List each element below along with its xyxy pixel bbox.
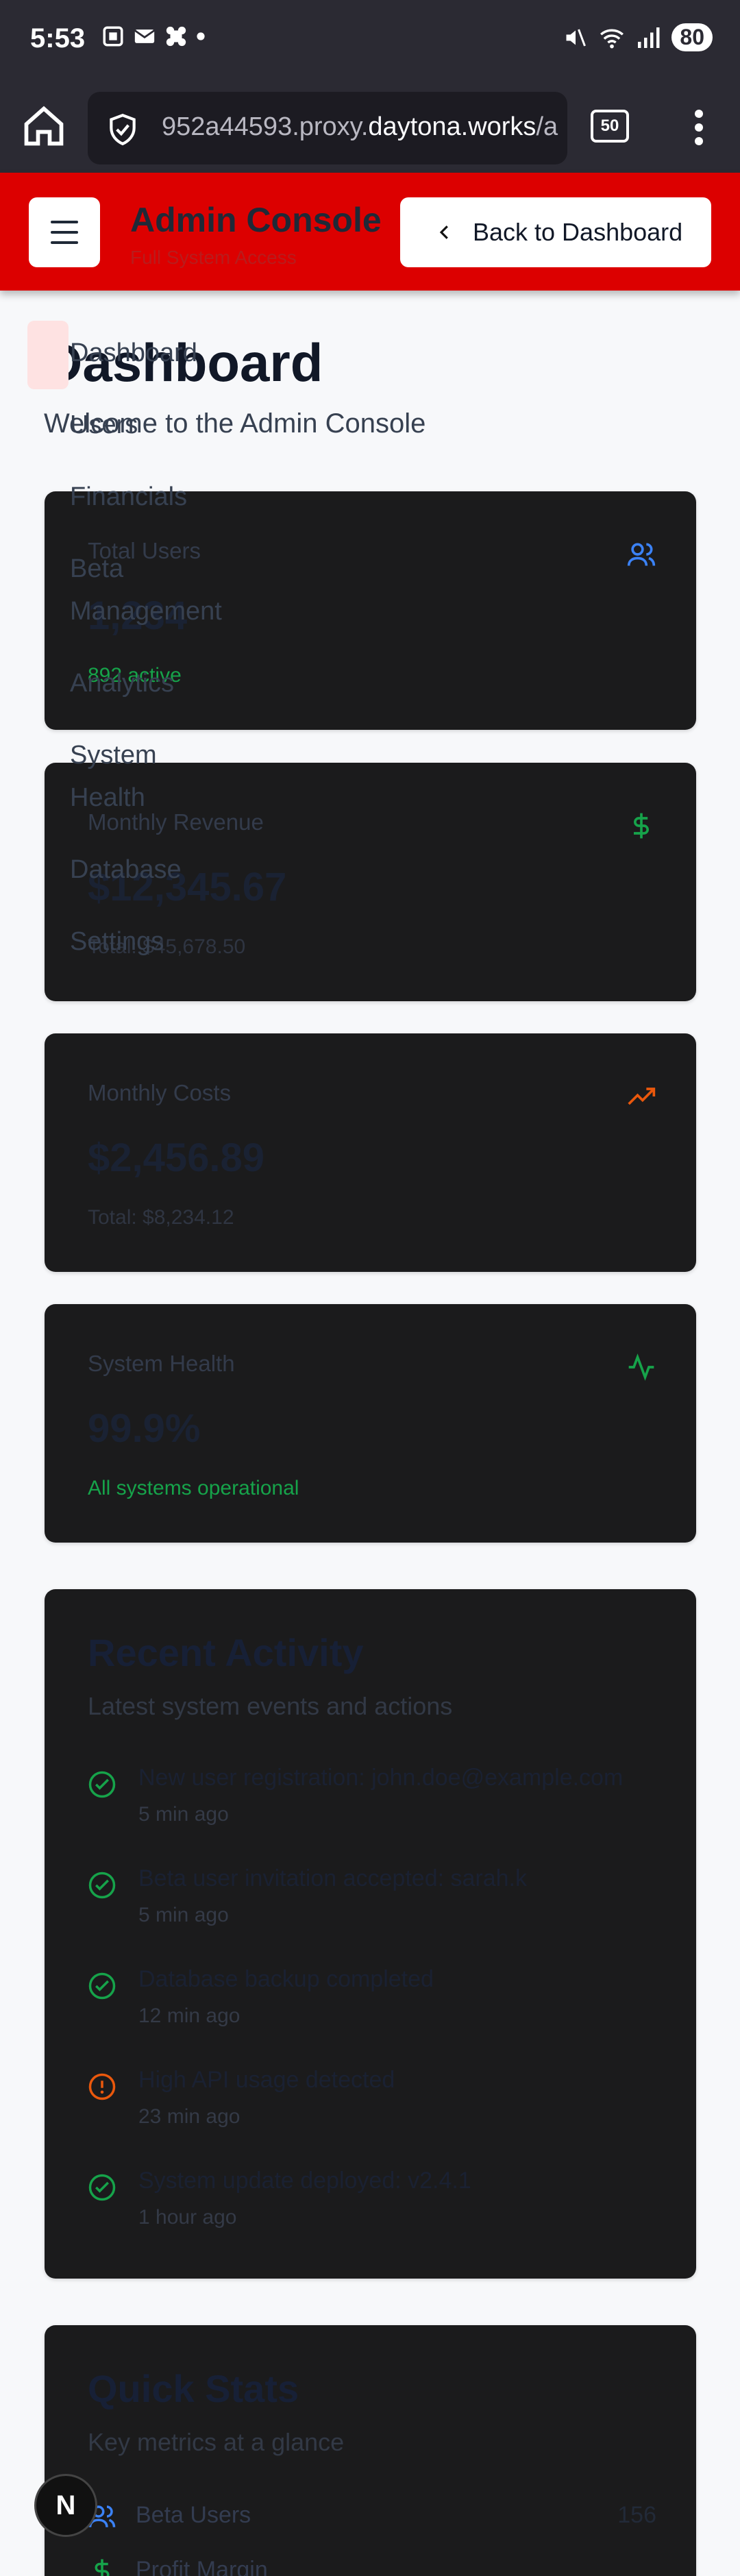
quick-stat-label: Profit Margin — [136, 2557, 268, 2576]
stat-value: 99.9% — [88, 1406, 201, 1451]
stat-label: System Health — [88, 1351, 235, 1376]
activity-time: 23 min ago — [138, 2105, 241, 2128]
activity-item: New user registration: john.doe@example.… — [88, 1765, 650, 1840]
quick-stat-row: Profit Margin — [88, 2551, 656, 2576]
app-grid-icon — [166, 26, 186, 47]
activity-time: 12 min ago — [138, 2004, 241, 2027]
quick-stat-value: 156 — [617, 2502, 656, 2528]
activity-item: Beta user invitation accepted: sarah.k 5… — [88, 1865, 650, 1941]
url-prefix: 952a44593.proxy. — [162, 112, 369, 141]
nav-item-health[interactable]: Health — [70, 776, 145, 819]
dollar-icon — [634, 813, 649, 839]
check-circle-icon — [88, 1771, 116, 1798]
section-subtitle: Key metrics at a glance — [88, 2428, 345, 2456]
nav-item-database[interactable]: Database — [70, 848, 182, 891]
nav-item-dashboard[interactable]: Dashboard — [70, 332, 197, 374]
recent-activity-card: Recent Activity Latest system events and… — [45, 1589, 696, 2279]
section-subtitle: Latest system events and actions — [88, 1692, 453, 1720]
activity-time: 5 min ago — [138, 1904, 229, 1926]
next-dev-badge[interactable]: N — [34, 2474, 97, 2537]
activity-time: 1 hour ago — [138, 2206, 237, 2229]
alert-circle-icon — [88, 2073, 116, 2100]
quick-stat-label: Beta Users — [136, 2502, 251, 2528]
activity-text: Database backup completed — [138, 1966, 434, 1992]
stat-card-monthly-costs: Monthly Costs $2,456.89 Total: $8,234.12 — [45, 1033, 696, 1272]
status-bar: 5:53 80 — [0, 0, 740, 82]
hamburger-menu-button[interactable] — [29, 197, 100, 267]
shield-icon[interactable] — [106, 112, 140, 147]
back-to-dashboard-button[interactable]: Back to Dashboard — [400, 197, 711, 267]
activity-icon — [628, 1353, 654, 1381]
tab-count-button[interactable]: 50 — [591, 110, 629, 143]
nav-item-settings[interactable]: Settings — [70, 920, 164, 963]
users-icon — [627, 543, 656, 566]
stat-card-system-health: System Health 99.9% All systems operatio… — [45, 1304, 696, 1543]
stat-note: All systems operational — [88, 1477, 299, 1499]
mute-icon — [566, 28, 587, 47]
section-title: Quick Stats — [88, 2367, 299, 2410]
check-circle-icon — [88, 1872, 116, 1899]
browser-toolbar: 952a44593.proxy.daytona.works/a 50 — [0, 82, 740, 173]
nav-item-users[interactable]: Users — [70, 404, 138, 446]
activity-text: High API usage detected — [138, 2067, 395, 2093]
activity-text: System update deployed: v2.4.1 — [138, 2168, 471, 2194]
activity-item: Database backup completed 12 min ago — [88, 1966, 650, 2041]
nav-item-management[interactable]: Management — [70, 590, 222, 633]
admin-title: Admin Console — [130, 201, 382, 239]
status-time: 5:53 — [30, 23, 86, 53]
nav-active-indicator — [27, 321, 69, 389]
activity-text: Beta user invitation accepted: sarah.k — [138, 1865, 527, 1891]
activity-item: High API usage detected 23 min ago — [88, 2067, 650, 2142]
activity-text: New user registration: john.doe@example.… — [138, 1765, 624, 1791]
notification-icons — [101, 25, 206, 48]
admin-subtitle: Full System Access — [130, 247, 297, 268]
home-icon[interactable] — [21, 103, 67, 149]
trending-up-icon — [628, 1088, 656, 1105]
check-circle-icon — [88, 2174, 116, 2201]
url-domain: daytona.works — [368, 112, 536, 141]
wifi-icon — [600, 29, 624, 49]
quick-stat-row: Beta Users 156 — [88, 2497, 656, 2538]
battery-indicator: 80 — [671, 23, 713, 51]
activity-time: 5 min ago — [138, 1803, 229, 1826]
nav-item-financials[interactable]: Financials — [70, 476, 187, 518]
url-bar[interactable]: 952a44593.proxy.daytona.works/a — [88, 92, 567, 164]
nav-item-analytics[interactable]: Analytics — [70, 662, 174, 704]
nav-item-system[interactable]: System — [70, 734, 157, 776]
stat-note: Total: $8,234.12 — [88, 1206, 234, 1229]
quick-stats-card: Quick Stats Key metrics at a glance Beta… — [45, 2325, 696, 2576]
more-menu-icon[interactable] — [685, 107, 713, 148]
url-text: 952a44593.proxy.daytona.works/a — [162, 112, 558, 142]
mail-icon — [134, 29, 155, 43]
stat-value: $2,456.89 — [88, 1136, 265, 1180]
url-suffix: /a — [536, 112, 558, 141]
nav-item-beta[interactable]: Beta — [70, 548, 123, 590]
system-icons: 80 — [563, 23, 713, 51]
admin-header: Admin Console Full System Access Back to… — [0, 173, 740, 291]
check-circle-icon — [88, 1972, 116, 2000]
activity-item: System update deployed: v2.4.1 1 hour ag… — [88, 2168, 650, 2243]
screenshot-icon — [103, 26, 123, 47]
dot-icon — [197, 32, 205, 40]
dollar-icon — [95, 2559, 110, 2576]
chevron-left-icon — [439, 225, 448, 239]
signal-icon — [638, 27, 660, 48]
stat-label: Monthly Costs — [88, 1080, 232, 1105]
section-title: Recent Activity — [88, 1631, 364, 1674]
back-button-label: Back to Dashboard — [473, 218, 683, 246]
